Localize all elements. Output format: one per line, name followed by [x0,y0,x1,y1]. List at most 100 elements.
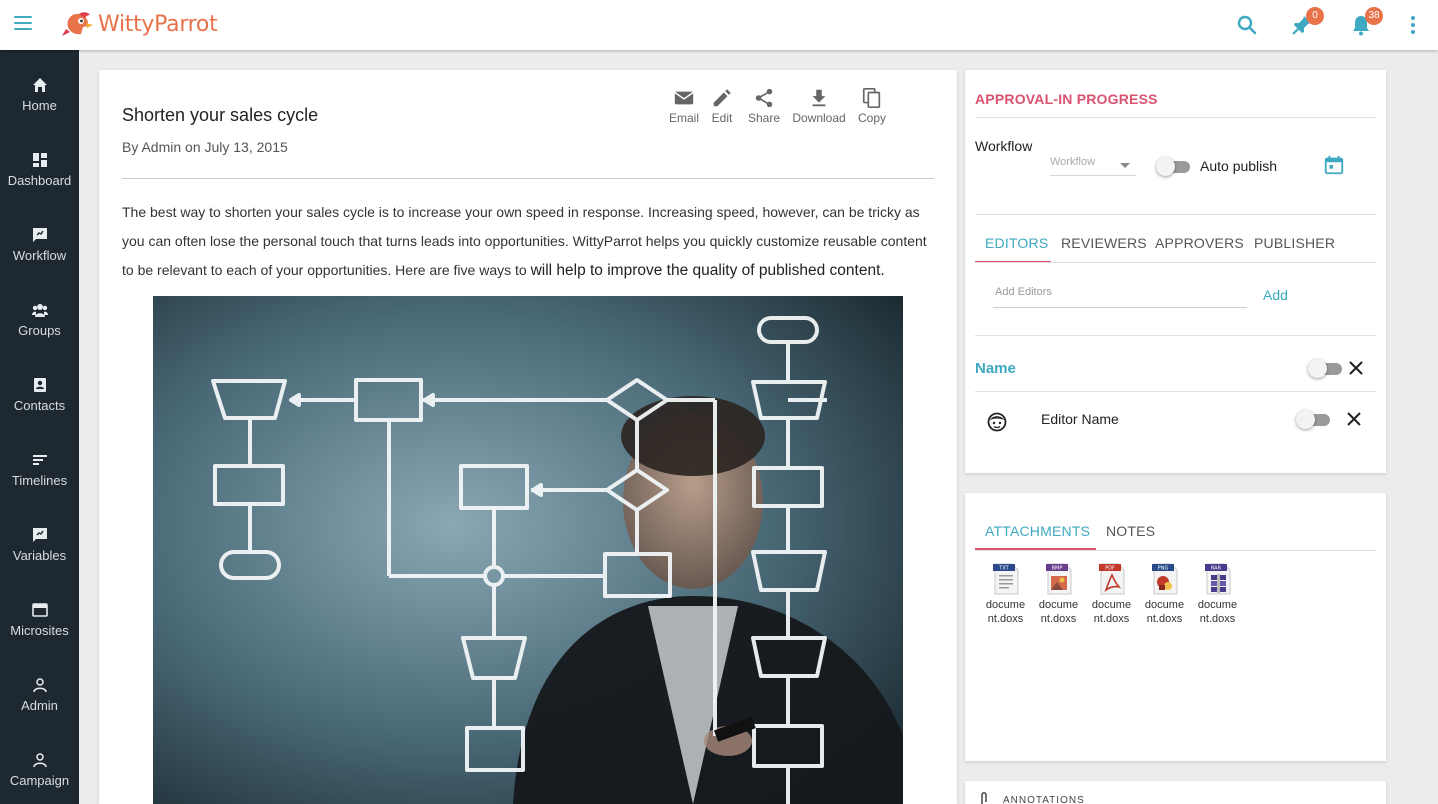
sidebar: Home Dashboard Workflow Groups Contacts … [0,50,79,804]
add-editors-input[interactable]: Add Editors [993,286,1247,308]
download-icon [812,89,826,107]
close-icon[interactable] [1347,359,1365,377]
add-editors-placeholder: Add Editors [995,286,1052,298]
sidebar-item-contacts[interactable]: Contacts [0,377,79,437]
attachment-name: docume nt.doxs [1038,599,1079,625]
search-icon[interactable] [1235,13,1259,37]
flowchart-illustration [153,296,903,804]
auto-publish-toggle[interactable] [1156,156,1192,176]
editor-toggle[interactable] [1296,409,1332,429]
sidebar-item-campaign[interactable]: Campaign [0,752,79,804]
parrot-logo-icon [62,12,93,36]
divider [975,262,1376,263]
attachment-png[interactable]: PNG docume nt.doxs [1138,563,1191,626]
paperclip-icon [981,792,987,804]
logo[interactable]: WittyParrot [62,9,218,39]
tab-approvers[interactable]: APPROVERS [1155,235,1244,251]
sidebar-item-admin[interactable]: Admin [0,677,79,737]
admin-icon [32,678,47,693]
attachments-panel: ATTACHMENTS NOTES TXT docume nt.doxs BMP… [965,493,1386,761]
tab-editors[interactable]: EDITORS [985,235,1048,251]
sidebar-item-timelines[interactable]: Timelines [0,452,79,512]
edit-icon [713,89,731,107]
sidebar-item-variables[interactable]: Variables [0,527,79,587]
attachment-list: TXT docume nt.doxs BMP docume nt.doxs PD… [979,563,1244,626]
attachment-rar[interactable]: RAR docume nt.doxs [1191,563,1244,626]
attachment-pdf[interactable]: PDF docume nt.doxs [1085,563,1138,626]
annotations-panel: ANNOTATIONS [965,781,1386,804]
sidebar-item-home[interactable]: Home [0,77,79,137]
calendar-icon[interactable] [1323,154,1345,176]
caret-down-icon [1120,163,1130,168]
attachment-bmp[interactable]: BMP docume nt.doxs [1032,563,1085,626]
add-editor-button[interactable]: Add [1263,287,1288,303]
sidebar-item-workflow[interactable]: Workflow [0,227,79,287]
name-column-header: Name [975,360,1016,377]
sidebar-item-microsites[interactable]: Microsites [0,602,79,662]
groups-icon [31,304,48,317]
notifications-button[interactable]: 38 [1349,7,1383,37]
attachment-name: docume nt.doxs [1197,599,1238,625]
tab-attachments[interactable]: ATTACHMENTS [985,523,1090,539]
sidebar-item-label: Groups [18,323,61,338]
name-header-toggle[interactable] [1308,358,1344,378]
approval-status-title: APPROVAL-IN PROGRESS [975,91,1158,107]
post-body: The best way to shorten your sales cycle… [122,198,934,285]
editor-name: Editor Name [1041,411,1119,427]
more-vert-icon[interactable] [1401,13,1425,37]
divider [975,117,1376,118]
pin-button[interactable]: 0 [1290,7,1324,37]
sidebar-item-groups[interactable]: Groups [0,302,79,362]
auto-publish-label: Auto publish [1200,158,1278,174]
sidebar-item-label: Variables [12,548,67,563]
sidebar-item-label: Home [22,98,57,113]
txt-file-icon: TXT [992,563,1018,595]
campaign-icon [32,753,47,768]
tab-notes[interactable]: NOTES [1106,523,1155,539]
face-icon [987,412,1007,432]
remove-editor-icon[interactable] [1345,410,1363,428]
divider [975,391,1376,392]
approval-panel: APPROVAL-IN PROGRESS Workflow Workflow A… [965,70,1386,473]
divider [975,550,1376,551]
sidebar-item-label: Contacts [13,398,66,413]
variables-icon [32,528,47,542]
share-icon [755,88,773,108]
menu-icon[interactable] [14,16,32,32]
rar-file-icon: RAR [1204,563,1230,595]
copy-label: Copy [857,111,886,125]
timelines-icon [32,455,47,465]
sidebar-item-label: Admin [21,698,58,713]
png-file-icon: PNG [1151,563,1177,595]
brand-name: WittyParrot [98,11,218,37]
home-icon [32,78,47,92]
tab-reviewers[interactable]: REVIEWERS [1061,235,1147,251]
email-icon [674,91,694,105]
flowchart-image [153,296,903,804]
notification-count-badge: 38 [1365,7,1383,25]
attachment-txt[interactable]: TXT docume nt.doxs [979,563,1032,626]
file-type-label: RAR [1210,566,1221,572]
copy-icon [862,88,881,108]
page-title: Shorten your sales cycle [122,105,319,125]
annotations-title[interactable]: ANNOTATIONS [1003,795,1085,804]
tab-publisher[interactable]: PUBLISHER [1254,235,1335,251]
sidebar-item-dashboard[interactable]: Dashboard [0,152,79,212]
workflow-icon [32,228,47,242]
pdf-file-icon: PDF [1098,563,1124,595]
sidebar-item-label: Microsites [10,623,69,638]
workflow-select[interactable]: Workflow [1050,156,1136,176]
file-type-label: PNG [1157,566,1168,572]
file-type-label: PDF [1105,566,1115,572]
workflow-select-value: Workflow [1050,156,1096,168]
dashboard-icon [32,153,47,167]
divider [975,214,1376,215]
title-divider [122,178,934,179]
microsites-icon [31,603,48,617]
file-type-label: BMP [1051,566,1062,572]
attachment-name: docume nt.doxs [1091,599,1132,625]
sidebar-item-label: Campaign [9,773,70,788]
file-type-label: TXT [998,566,1009,572]
attachment-name: docume nt.doxs [985,599,1026,625]
contacts-icon [33,378,46,392]
